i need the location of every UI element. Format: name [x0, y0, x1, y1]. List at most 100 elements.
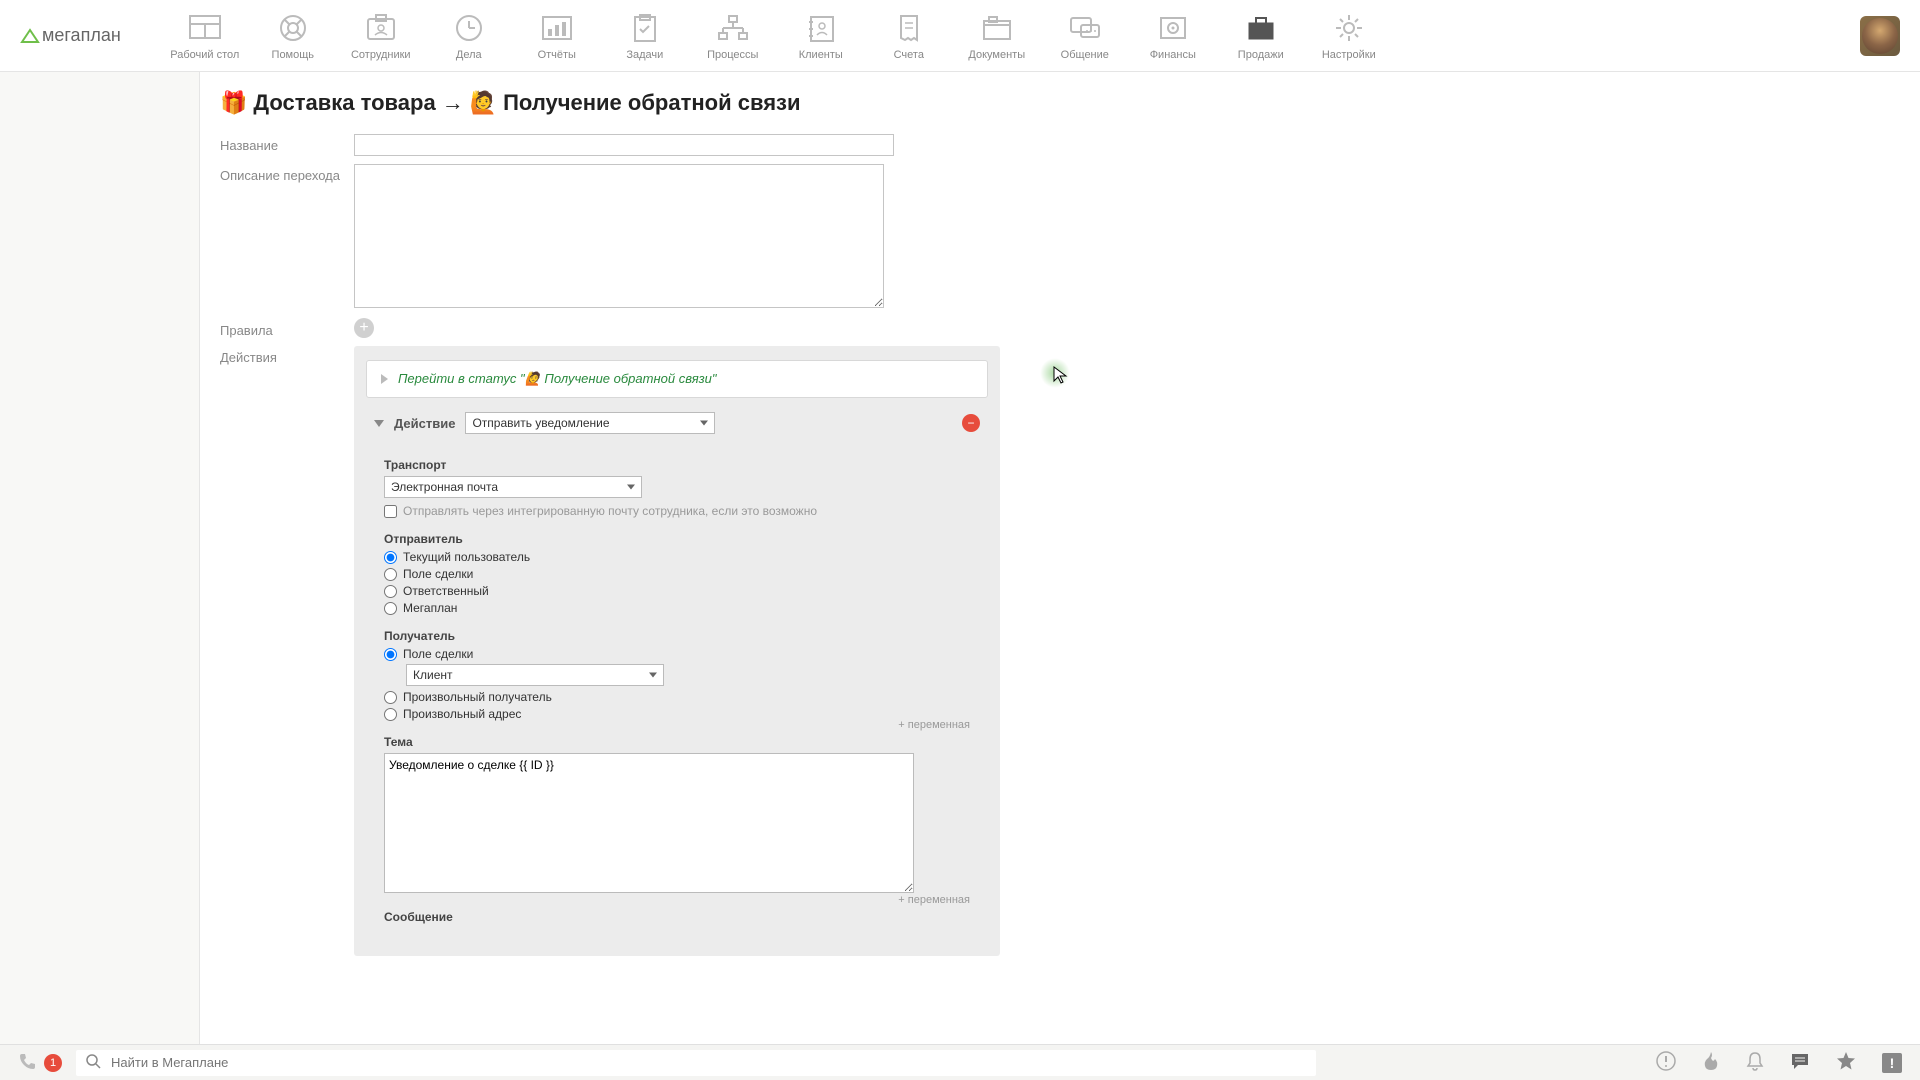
gift-icon: 🎁 — [220, 90, 247, 116]
nav-sales[interactable]: Продажи — [1217, 11, 1305, 61]
badge-icon — [361, 11, 401, 45]
recipient-field-value: Клиент — [413, 668, 453, 682]
sender-title: Отправитель — [384, 532, 970, 546]
remove-action-button[interactable]: − — [962, 414, 980, 432]
briefcase-icon — [1241, 11, 1281, 45]
subject-textarea[interactable] — [384, 753, 914, 893]
subject-title: Тема — [384, 735, 970, 749]
nav-label: Помощь — [272, 49, 315, 61]
recipient-address-radio[interactable] — [384, 708, 397, 721]
clock-icon — [449, 11, 489, 45]
search-input[interactable] — [111, 1055, 1306, 1070]
subject-add-variable[interactable]: + переменная — [898, 719, 970, 731]
description-label: Описание перехода — [220, 164, 354, 183]
page-title: 🎁 Доставка товара → 🙋 Получение обратной… — [220, 90, 1900, 116]
add-rule-button[interactable]: + — [354, 318, 374, 338]
status-icon: 🙋 — [525, 371, 541, 386]
subject-group: Тема + переменная — [384, 735, 970, 896]
content: 🎁 Доставка товара → 🙋 Получение обратной… — [200, 72, 1920, 1044]
sender-current-user-radio[interactable] — [384, 551, 397, 564]
transport-select-value: Электронная почта — [391, 480, 498, 494]
name-label: Название — [220, 134, 354, 153]
sender-opt-1: Поле сделки — [403, 567, 473, 581]
recipient-custom-radio[interactable] — [384, 691, 397, 704]
triangle-right-icon — [381, 374, 388, 384]
nav-employees[interactable]: Сотрудники — [337, 11, 425, 61]
nav-desktop[interactable]: Рабочий стол — [161, 11, 249, 61]
phone-badge[interactable]: 1 — [44, 1054, 62, 1072]
nav-label: Настройки — [1322, 49, 1376, 61]
bell-icon[interactable] — [1746, 1051, 1764, 1074]
sender-opt-2: Ответственный — [403, 584, 489, 598]
logo-mark-icon — [20, 26, 40, 46]
nav-processes[interactable]: Процессы — [689, 11, 777, 61]
user-avatar[interactable] — [1860, 16, 1900, 56]
message-icon[interactable] — [1790, 1052, 1810, 1073]
recipient-opt-2: Произвольный получатель — [403, 690, 552, 704]
nav-label: Финансы — [1150, 49, 1196, 61]
nav-label: Задачи — [626, 49, 663, 61]
nav-documents[interactable]: Документы — [953, 11, 1041, 61]
nav-clients[interactable]: Клиенты — [777, 11, 865, 61]
workflow-icon — [713, 11, 753, 45]
integrated-mail-checkbox[interactable] — [384, 505, 397, 518]
lifering-icon — [273, 11, 313, 45]
nav-label: Рабочий стол — [170, 49, 239, 61]
recipient-field-select[interactable]: Клиент — [406, 664, 664, 686]
status-transition-box[interactable]: Перейти в статус "🙋 Получение обратной с… — [366, 360, 988, 398]
nav-reports[interactable]: Отчёты — [513, 11, 601, 61]
alert-icon[interactable]: ! — [1882, 1053, 1902, 1073]
fire-icon[interactable] — [1702, 1051, 1720, 1074]
star-icon[interactable] — [1836, 1051, 1856, 1074]
action-inner-form: Транспорт Электронная почта Отправлять ч… — [374, 452, 980, 934]
action-select-value: Отправить уведомление — [472, 416, 609, 430]
logo[interactable]: мегаплан — [20, 25, 121, 46]
transport-select[interactable]: Электронная почта — [384, 476, 642, 498]
nav-label: Отчёты — [538, 49, 576, 61]
nav-settings[interactable]: Настройки — [1305, 11, 1393, 61]
folder-icon — [977, 11, 1017, 45]
actions-label: Действия — [220, 346, 354, 365]
recipient-title: Получатель — [384, 629, 970, 643]
status-suffix: " — [712, 371, 717, 386]
action-header: Действие Отправить уведомление − — [374, 412, 980, 434]
actions-panel: Перейти в статус "🙋 Получение обратной с… — [354, 346, 1000, 956]
sender-opt-3: Мегаплан — [403, 601, 457, 615]
phone-icon[interactable] — [18, 1052, 36, 1073]
sender-deal-field-radio[interactable] — [384, 568, 397, 581]
description-textarea[interactable] — [354, 164, 884, 308]
left-gutter — [0, 72, 200, 1044]
nav-label: Дела — [456, 49, 482, 61]
status-name: Получение обратной связи — [544, 371, 712, 386]
receipt-icon — [889, 11, 929, 45]
nav-communication[interactable]: Общение — [1041, 11, 1129, 61]
name-input[interactable] — [354, 134, 894, 156]
recipient-deal-field-radio[interactable] — [384, 648, 397, 661]
info-icon[interactable] — [1656, 1051, 1676, 1074]
transport-group: Транспорт Электронная почта Отправлять ч… — [384, 458, 970, 518]
sender-responsible-radio[interactable] — [384, 585, 397, 598]
bottom-bar: 1 ! — [0, 1044, 1920, 1080]
logo-text: мегаплан — [42, 25, 121, 46]
nav-invoices[interactable]: Счета — [865, 11, 953, 61]
nav-label: Клиенты — [799, 49, 843, 61]
nav-finance[interactable]: Финансы — [1129, 11, 1217, 61]
search-icon — [86, 1054, 101, 1072]
message-group: Сообщение + переменная — [384, 910, 970, 924]
gear-icon — [1329, 11, 1369, 45]
contacts-icon — [801, 11, 841, 45]
message-add-variable[interactable]: + переменная — [898, 894, 970, 906]
action-block: Действие Отправить уведомление − Транспо… — [366, 412, 988, 942]
nav-deals[interactable]: Дела — [425, 11, 513, 61]
desktop-icon — [185, 11, 225, 45]
sender-megaplan-radio[interactable] — [384, 602, 397, 615]
nav-tasks[interactable]: Задачи — [601, 11, 689, 61]
triangle-down-icon[interactable] — [374, 420, 384, 427]
nav-help[interactable]: Помощь — [249, 11, 337, 61]
search-bar[interactable] — [76, 1050, 1316, 1076]
person-icon: 🙋 — [470, 90, 497, 116]
top-nav: мегаплан Рабочий стол Помощь Сотрудники … — [0, 0, 1920, 72]
transport-title: Транспорт — [384, 458, 970, 472]
action-type-select[interactable]: Отправить уведомление — [465, 412, 715, 434]
status-text: Перейти в статус "🙋 Получение обратной с… — [398, 371, 717, 387]
